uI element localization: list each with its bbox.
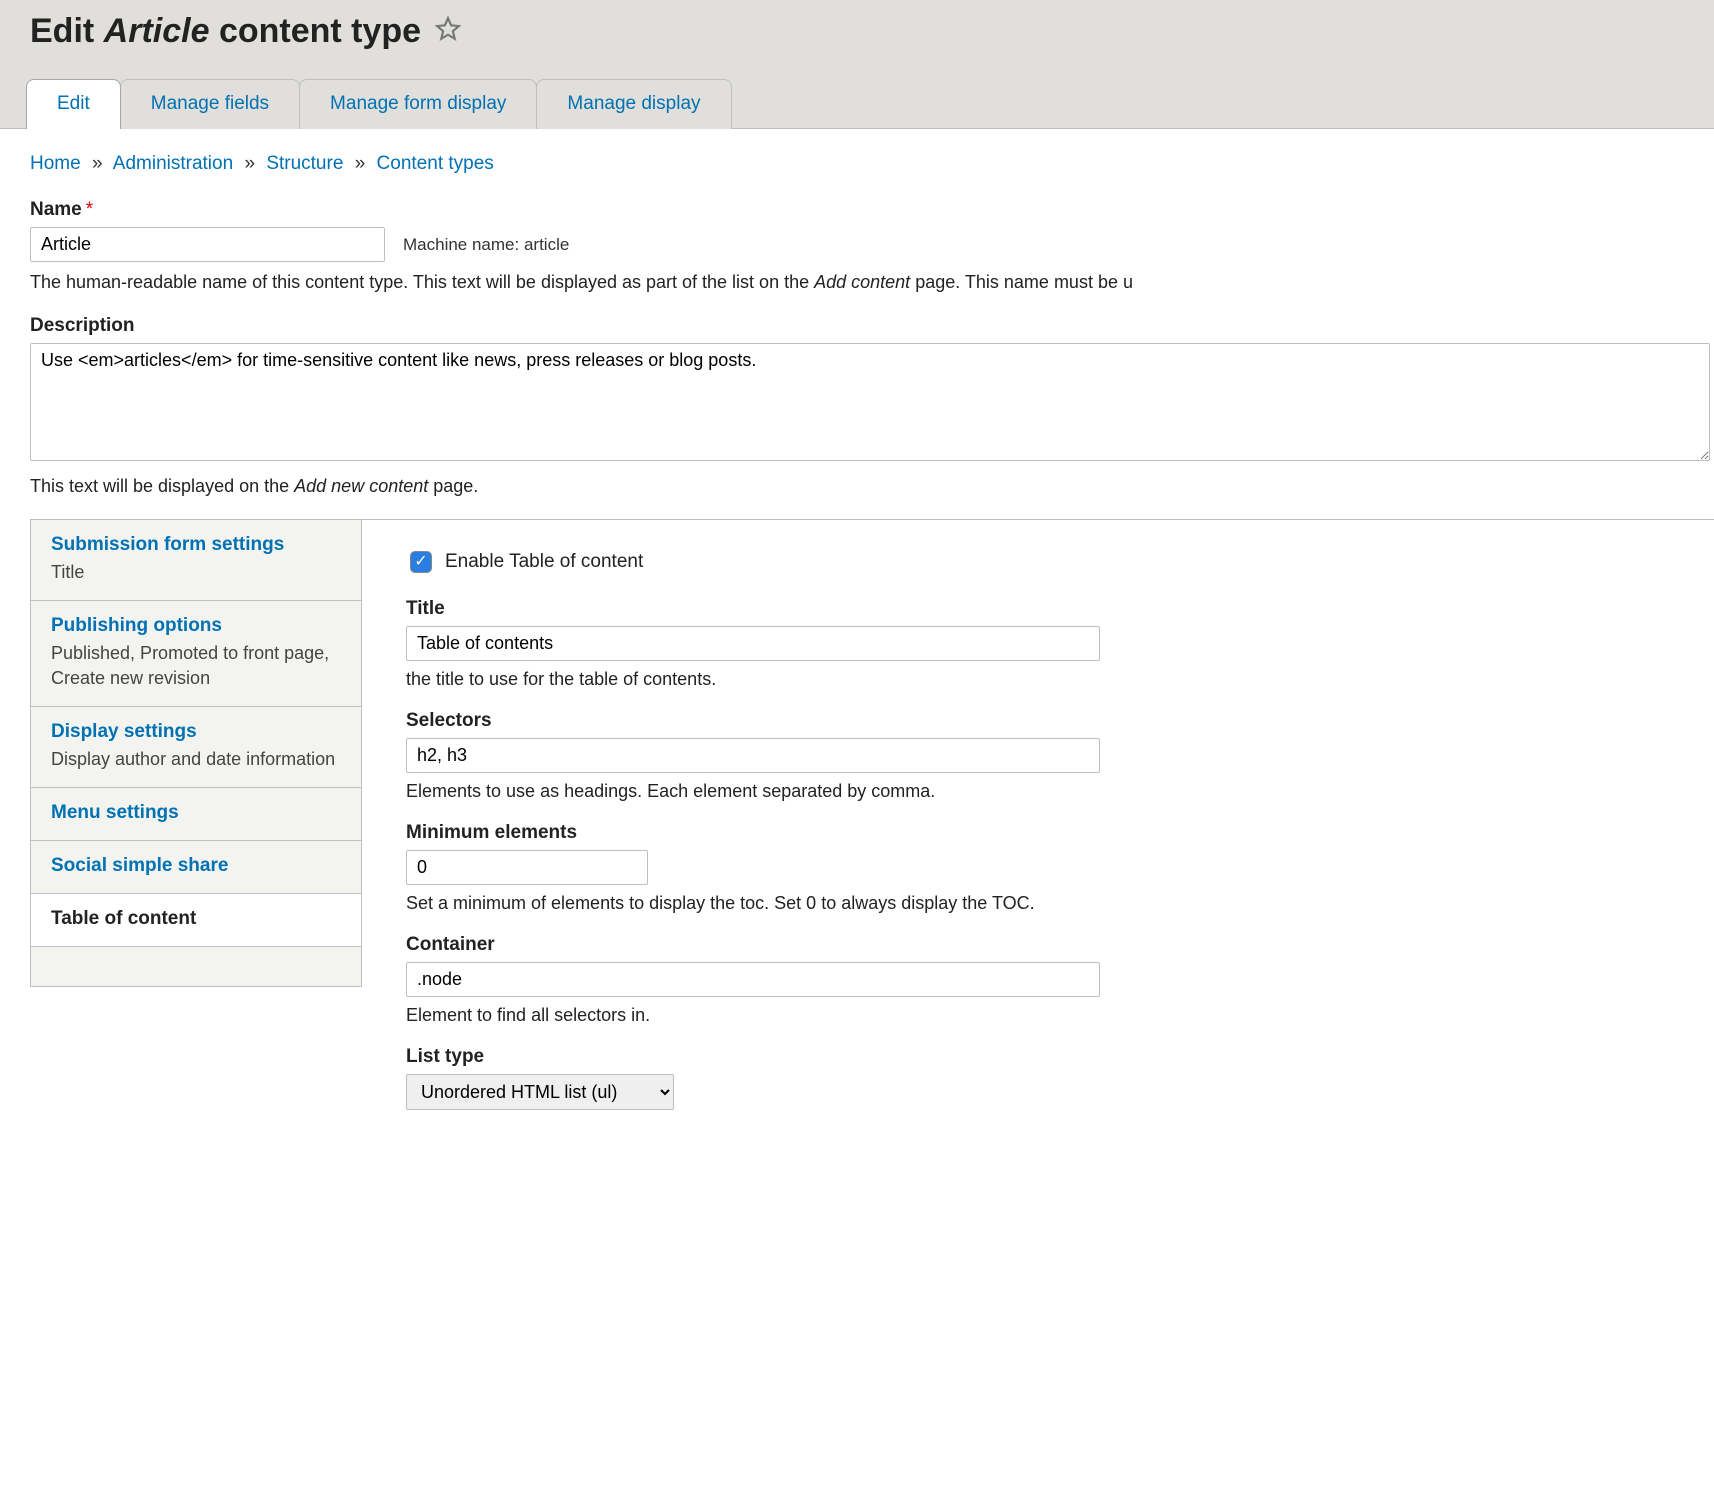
breadcrumb-home[interactable]: Home bbox=[30, 153, 81, 174]
description-textarea[interactable]: Use <em>articles</em> for time-sensitive… bbox=[30, 343, 1710, 461]
vtab-title: Table of content bbox=[51, 908, 341, 930]
vtab-title: Menu settings bbox=[51, 802, 341, 824]
toc-min-input[interactable] bbox=[406, 850, 648, 885]
toc-listtype-select[interactable]: Unordered HTML list (ul) bbox=[406, 1074, 674, 1110]
description-label: Description bbox=[30, 315, 1714, 337]
toc-container-label: Container bbox=[406, 934, 1684, 956]
breadcrumb-content-types[interactable]: Content types bbox=[377, 153, 494, 174]
toc-min-label: Minimum elements bbox=[406, 822, 1684, 844]
breadcrumb-structure[interactable]: Structure bbox=[266, 153, 343, 174]
vtab-pane-table-of-content: Enable Table of content Title the title … bbox=[362, 520, 1714, 1140]
toc-title-help: the title to use for the table of conten… bbox=[406, 669, 1684, 690]
toc-container-input[interactable] bbox=[406, 962, 1100, 997]
description-help: This text will be displayed on the Add n… bbox=[30, 476, 1714, 497]
toc-title-label: Title bbox=[406, 598, 1684, 620]
enable-toc-label: Enable Table of content bbox=[445, 551, 643, 573]
primary-tabs: Edit Manage fields Manage form display M… bbox=[26, 79, 1714, 129]
toc-container-help: Element to find all selectors in. bbox=[406, 1005, 1684, 1026]
tab-manage-form-display[interactable]: Manage form display bbox=[299, 79, 537, 129]
machine-name: Machine name: article bbox=[403, 235, 569, 255]
vtab-submission-form-settings[interactable]: Submission form settings Title bbox=[31, 520, 361, 601]
toc-selectors-input[interactable] bbox=[406, 738, 1100, 773]
name-input[interactable] bbox=[30, 227, 385, 262]
vtab-trailing-space bbox=[31, 947, 361, 987]
page-title-suffix: content type bbox=[210, 12, 422, 50]
page-title-prefix: Edit bbox=[30, 12, 104, 50]
vtab-subtitle: Display author and date information bbox=[51, 747, 341, 771]
vtab-subtitle: Published, Promoted to front page, Creat… bbox=[51, 641, 341, 690]
toc-min-help: Set a minimum of elements to display the… bbox=[406, 893, 1684, 914]
page-title: Edit Article content type bbox=[30, 12, 1714, 51]
name-label: Name* bbox=[30, 199, 1714, 221]
toc-selectors-help: Elements to use as headings. Each elemen… bbox=[406, 781, 1684, 802]
name-help: The human-readable name of this content … bbox=[30, 272, 1714, 293]
toc-selectors-label: Selectors bbox=[406, 710, 1684, 732]
vtab-title: Submission form settings bbox=[51, 534, 341, 556]
breadcrumb: Home » Administration » Structure » Cont… bbox=[30, 153, 1714, 175]
vtab-display-settings[interactable]: Display settings Display author and date… bbox=[31, 707, 361, 788]
vtab-menu-settings[interactable]: Menu settings bbox=[31, 788, 361, 841]
enable-toc-checkbox[interactable] bbox=[410, 551, 432, 573]
tab-manage-display[interactable]: Manage display bbox=[536, 79, 731, 129]
vtab-title: Display settings bbox=[51, 721, 341, 743]
toc-listtype-label: List type bbox=[406, 1046, 1684, 1068]
vtab-title: Social simple share bbox=[51, 855, 341, 877]
vtab-title: Publishing options bbox=[51, 615, 341, 637]
breadcrumb-administration[interactable]: Administration bbox=[113, 153, 233, 174]
vtab-table-of-content[interactable]: Table of content bbox=[31, 894, 361, 947]
vertical-tabs: Submission form settings Title Publishin… bbox=[30, 519, 1714, 1140]
toc-title-input[interactable] bbox=[406, 626, 1100, 661]
tab-manage-fields[interactable]: Manage fields bbox=[120, 79, 300, 129]
tab-edit[interactable]: Edit bbox=[26, 79, 121, 129]
vtab-publishing-options[interactable]: Publishing options Published, Promoted t… bbox=[31, 601, 361, 707]
vtab-subtitle: Title bbox=[51, 560, 341, 584]
page-title-emphasis: Article bbox=[104, 12, 210, 50]
vtab-social-simple-share[interactable]: Social simple share bbox=[31, 841, 361, 894]
star-icon[interactable] bbox=[435, 12, 461, 51]
